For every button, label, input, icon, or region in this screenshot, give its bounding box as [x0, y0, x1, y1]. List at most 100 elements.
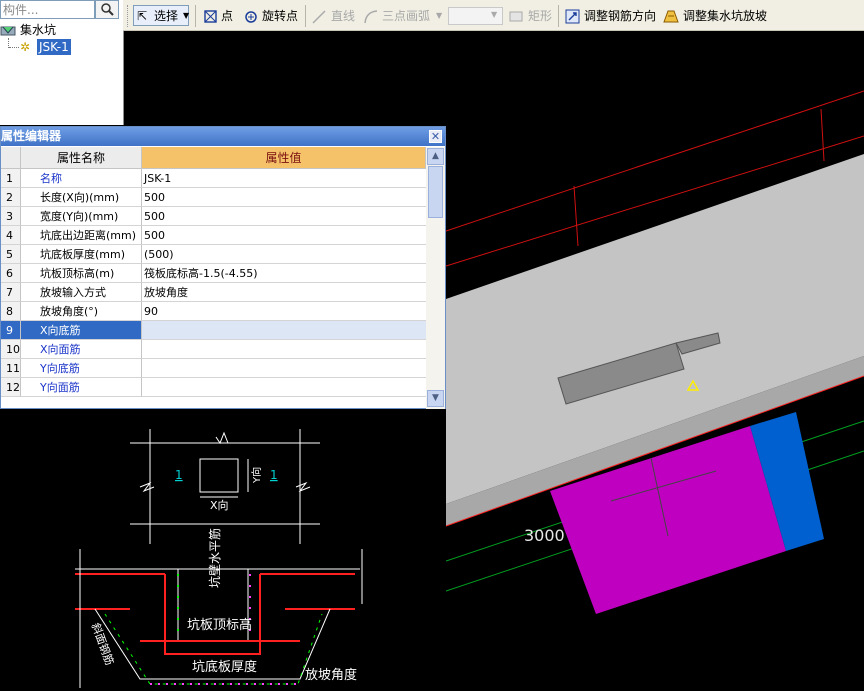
property-name[interactable]: X向底筋	[21, 321, 142, 340]
select-tool-button[interactable]: ⇱ 选择 ▼	[133, 5, 189, 26]
property-name[interactable]: Y向底筋	[21, 359, 142, 378]
search-icon	[101, 3, 114, 16]
property-name[interactable]: 放坡输入方式	[21, 283, 142, 302]
x-direction-label: X向	[210, 498, 229, 512]
sump-pit-detail-drawing: 1 1 X向 Y向 坑壁水平筋 坑板顶标高 坑底板厚度 放坡角度 斜面钢筋	[0, 409, 446, 688]
column-header-value[interactable]: 属性值	[142, 147, 426, 169]
break-mark	[295, 481, 311, 493]
sump-pit-icon	[0, 26, 16, 36]
row-number: 4	[1, 226, 21, 245]
property-row[interactable]: 12 Y向面筋	[1, 378, 426, 397]
close-button[interactable]: ✕	[429, 130, 442, 143]
rectangle-tool-button[interactable]: 矩形	[509, 6, 555, 26]
point-tool-button[interactable]: 点	[204, 6, 238, 26]
property-name[interactable]: 坑底板厚度(mm)	[21, 245, 142, 264]
row-number: 2	[1, 188, 21, 207]
property-table: 属性名称 属性值 1 名称 JSK-1 2 长度(X向)(mm) 500 3 宽度(Y向)(m…	[1, 147, 426, 409]
property-name[interactable]: 放坡角度(°)	[21, 302, 142, 321]
rotate-point-label: 旋转点	[262, 9, 299, 23]
component-tree-panel: 构件... 集水坑 ✲ JSK-1	[0, 0, 124, 125]
row-number: 9	[1, 321, 21, 340]
property-row[interactable]: 4 坑底出边距离(mm) 500	[1, 226, 426, 245]
property-name[interactable]: 坑底出边距离(mm)	[21, 226, 142, 245]
chevron-up-icon: ▲	[432, 151, 439, 161]
row-number-header	[1, 147, 21, 169]
property-row[interactable]: 10 X向面筋	[1, 340, 426, 359]
cursor-icon: ⇱	[137, 9, 148, 23]
property-value[interactable]	[142, 340, 426, 359]
toolbar-separator	[195, 5, 196, 27]
property-name[interactable]: 长度(X向)(mm)	[21, 188, 142, 207]
component-search-input[interactable]: 构件...	[0, 0, 95, 19]
property-row[interactable]: 11 Y向底筋	[1, 359, 426, 378]
scroll-up-button[interactable]: ▲	[427, 148, 444, 165]
row-number: 3	[1, 207, 21, 226]
property-row[interactable]: 7 放坡输入方式 放坡角度	[1, 283, 426, 302]
y-direction-label: Y向	[250, 467, 263, 484]
property-row[interactable]: 3 宽度(Y向)(mm) 500	[1, 207, 426, 226]
dimension-label: 3000	[524, 526, 565, 545]
scroll-thumb[interactable]	[428, 166, 443, 218]
scroll-down-button[interactable]: ▼	[427, 390, 444, 407]
property-value[interactable]	[142, 321, 426, 340]
property-value[interactable]: 500	[142, 188, 426, 207]
rotate-point-tool-button[interactable]: 旋转点	[244, 6, 300, 26]
viewport-canvas: 3000	[445, 90, 864, 614]
property-name[interactable]: 坑板顶标高(m)	[21, 264, 142, 283]
line-tool-button[interactable]: 直线	[312, 6, 358, 26]
grid-line	[573, 185, 579, 247]
property-name[interactable]: Y向面筋	[21, 378, 142, 397]
property-value[interactable]: 500	[142, 226, 426, 245]
property-value[interactable]: 放坡角度	[142, 283, 426, 302]
property-value[interactable]	[142, 359, 426, 378]
row-number: 11	[1, 359, 21, 378]
property-row[interactable]: 1 名称 JSK-1	[1, 169, 426, 188]
row-number: 12	[1, 378, 21, 397]
property-name[interactable]: 名称	[21, 169, 142, 188]
arc-tool-button[interactable]: 三点画弧 ▼	[364, 6, 444, 26]
rotate-icon	[245, 11, 257, 23]
property-row[interactable]: 8 放坡角度(°) 90	[1, 302, 426, 321]
grid-line	[820, 108, 825, 162]
property-name[interactable]: 宽度(Y向)(mm)	[21, 207, 142, 226]
drawing-viewport[interactable]: 3000	[445, 31, 864, 688]
wall-horizontal-rebar-label: 坑壁水平筋	[207, 528, 222, 588]
property-value[interactable]: 90	[142, 302, 426, 321]
property-value[interactable]: 500	[142, 207, 426, 226]
point-label: 点	[221, 9, 234, 23]
slope-icon	[663, 10, 679, 23]
property-scrollbar[interactable]: ▲ ▼	[426, 147, 445, 409]
toolbar-separator	[558, 5, 559, 27]
adjust-rebar-direction-button[interactable]: 调整钢筋方向	[565, 6, 661, 26]
property-name[interactable]: X向面筋	[21, 340, 142, 359]
section-mark-left: 1	[175, 468, 183, 482]
property-editor-panel: 属性编辑器 ✕ 属性名称 属性值 1 名称 JSK-1 2 长度(X向)(mm) 500 3…	[0, 126, 446, 409]
property-editor-titlebar: 属性编辑器 ✕	[1, 127, 445, 146]
arc-label: 三点画弧	[382, 9, 431, 23]
detail-canvas: 1 1 X向 Y向 坑壁水平筋 坑板顶标高 坑底板厚度 放坡角度 斜面钢筋	[75, 429, 363, 688]
property-row[interactable]: 2 长度(X向)(mm) 500	[1, 188, 426, 207]
property-row[interactable]: 6 坑板顶标高(m) 筏板底标高-1.5(-4.55)	[1, 264, 426, 283]
property-value[interactable]: JSK-1	[142, 169, 426, 188]
point-icon	[204, 10, 217, 23]
adjust-sump-slope-button[interactable]: 调整集水坑放坡	[663, 6, 783, 26]
chevron-down-icon: ▼	[432, 393, 439, 403]
slope-rebar-label: 斜面钢筋	[89, 621, 117, 667]
column-header-name[interactable]: 属性名称	[21, 147, 142, 169]
property-value[interactable]: (500)	[142, 245, 426, 264]
toolbar-grip	[127, 5, 130, 27]
chevron-down-icon: ▼	[183, 11, 190, 20]
property-value[interactable]: 筏板底标高-1.5(-4.55)	[142, 264, 426, 283]
arc-mode-select[interactable]: ▼	[448, 7, 503, 25]
tree-root-label: 集水坑	[20, 23, 57, 37]
close-icon: ✕	[430, 130, 441, 143]
search-button[interactable]	[95, 0, 119, 19]
property-row[interactable]: 5 坑底板厚度(mm) (500)	[1, 245, 426, 264]
property-value[interactable]	[142, 378, 426, 397]
property-row[interactable]: 9 X向底筋	[1, 321, 426, 340]
row-number: 1	[1, 169, 21, 188]
slab-thickness-label: 坑底板厚度	[192, 659, 257, 675]
tree-child-label: JSK-1	[37, 39, 71, 55]
select-label: 选择	[154, 9, 179, 23]
slab-top-elevation-label: 坑板顶标高	[187, 617, 252, 633]
